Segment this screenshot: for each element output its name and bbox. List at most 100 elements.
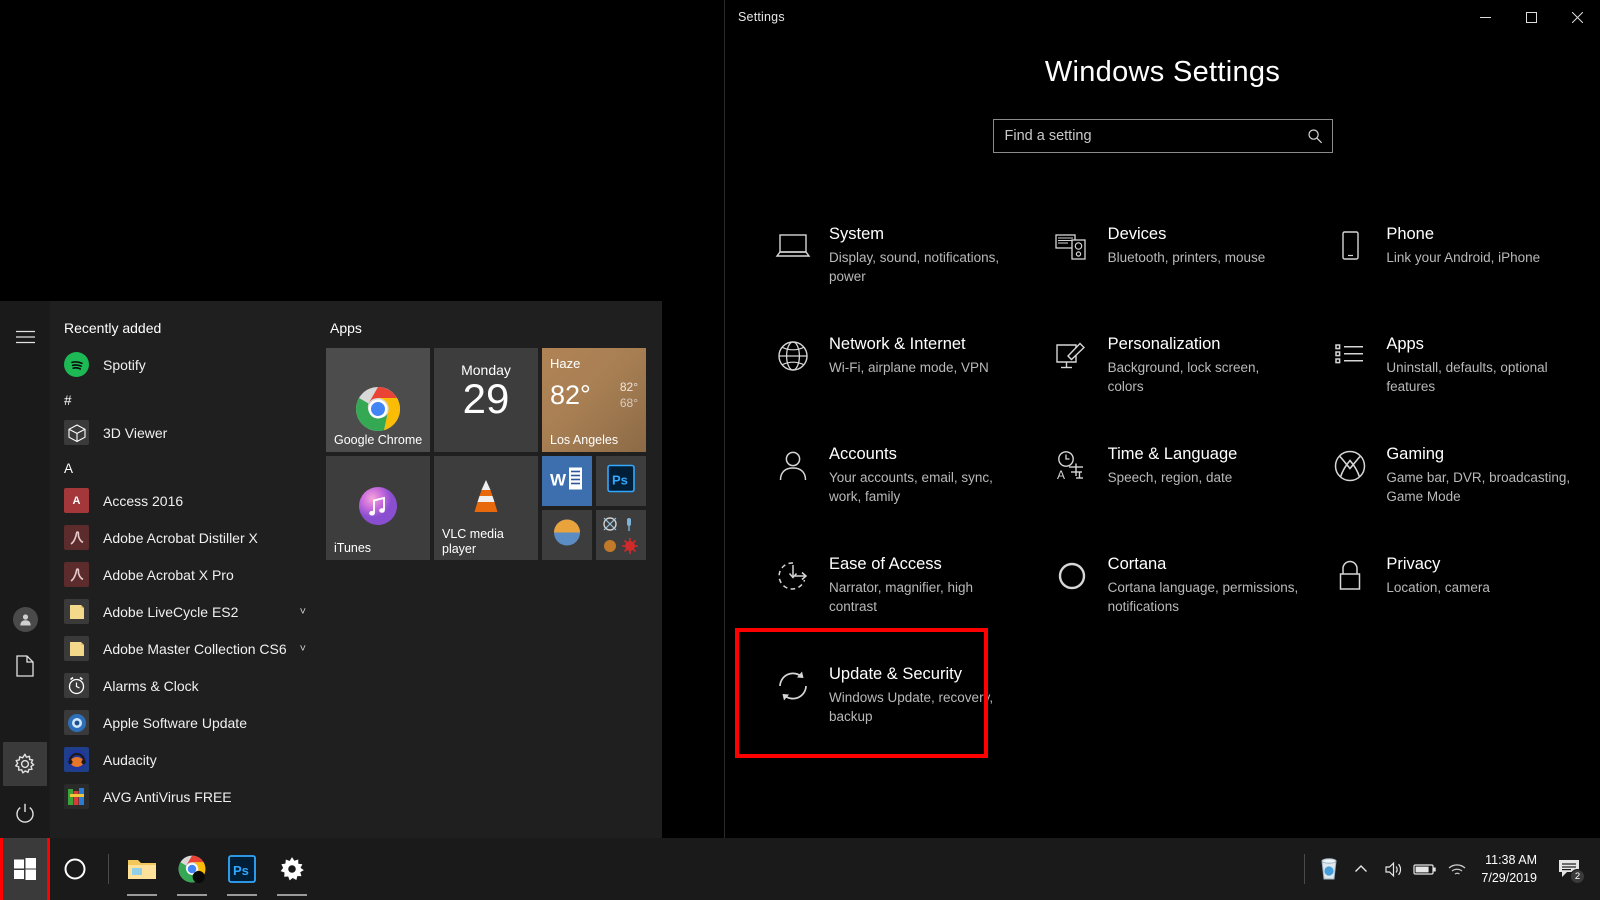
setting-item-system[interactable]: System Display, sound, notifications, po… bbox=[749, 206, 1028, 316]
setting-item-update-security[interactable]: Update & Security Windows Update, recove… bbox=[749, 646, 1028, 756]
sidebar-item-settings[interactable] bbox=[3, 742, 47, 786]
chevron-down-icon[interactable]: ˅ bbox=[300, 606, 316, 618]
cortana-circle-icon bbox=[64, 858, 86, 880]
list-item-label: Adobe Acrobat X Pro bbox=[103, 566, 234, 583]
close-button[interactable] bbox=[1554, 0, 1600, 34]
vlc-cone-icon bbox=[468, 478, 504, 521]
setting-item-phone[interactable]: Phone Link your Android, iPhone bbox=[1306, 206, 1585, 316]
taskbar-item-settings[interactable] bbox=[267, 838, 317, 900]
alpha-heading: # bbox=[64, 393, 72, 408]
tile-misc-apps[interactable] bbox=[596, 510, 646, 560]
setting-item-network[interactable]: Network & Internet Wi-Fi, airplane mode,… bbox=[749, 316, 1028, 426]
list-item[interactable]: Adobe Master Collection CS6 ˅ bbox=[50, 630, 322, 667]
list-item[interactable]: Spotify bbox=[50, 346, 322, 383]
tile-label: Google Chrome bbox=[334, 433, 423, 447]
list-item-label: Adobe Master Collection CS6 bbox=[103, 640, 286, 657]
recycle-bin-icon[interactable] bbox=[1313, 838, 1345, 900]
setting-item-time-language[interactable]: A Time & Language Speech, region, date bbox=[1028, 426, 1307, 536]
action-center-button[interactable]: 2 bbox=[1547, 838, 1591, 900]
running-indicator bbox=[127, 894, 157, 896]
list-item[interactable]: 3D Viewer bbox=[50, 414, 322, 451]
refresh-icon bbox=[773, 666, 813, 706]
calendar-date: 29 bbox=[462, 375, 510, 422]
lock-icon bbox=[1330, 556, 1370, 596]
photoshop-icon: Ps bbox=[228, 855, 256, 883]
settings-window: Settings Windows Settings Find a setting… bbox=[724, 0, 1600, 838]
list-item[interactable]: A Access 2016 bbox=[50, 482, 322, 519]
setting-title: Ease of Access bbox=[829, 555, 942, 573]
setting-item-ease-of-access[interactable]: Ease of Access Narrator, magnifier, high… bbox=[749, 536, 1028, 646]
tile-paint[interactable] bbox=[542, 510, 592, 560]
taskbar-item-photoshop[interactable]: Ps bbox=[217, 838, 267, 900]
setting-text: Network & Internet Wi-Fi, airplane mode,… bbox=[829, 330, 989, 377]
list-item[interactable]: Adobe Acrobat X Pro bbox=[50, 556, 322, 593]
setting-item-cortana[interactable]: Cortana Cortana language, permissions, n… bbox=[1028, 536, 1307, 646]
setting-item-privacy[interactable]: Privacy Location, camera bbox=[1306, 536, 1585, 646]
tile-itunes[interactable]: iTunes bbox=[326, 456, 430, 560]
setting-subtitle: Speech, region, date bbox=[1107, 469, 1233, 485]
list-item[interactable]: Apple Software Update bbox=[50, 704, 322, 741]
setting-title: Accounts bbox=[829, 445, 897, 463]
list-item-label: AVG AntiVirus FREE bbox=[103, 788, 232, 805]
tile-vlc[interactable]: VLC media player bbox=[434, 456, 538, 560]
setting-text: Personalization Background, lock screen,… bbox=[1108, 330, 1299, 397]
setting-title: Update & Security bbox=[829, 665, 962, 683]
taskbar-item-file-explorer[interactable] bbox=[117, 838, 167, 900]
wifi-icon[interactable] bbox=[1441, 838, 1473, 900]
chevron-up-icon[interactable] bbox=[1345, 838, 1377, 900]
start-menu: Settings Recently added Spotify # 3D Vie… bbox=[0, 301, 662, 838]
setting-text: Accounts Your accounts, email, sync, wor… bbox=[829, 440, 1020, 507]
person-icon bbox=[773, 446, 813, 486]
setting-subtitle: Your accounts, email, sync, work, family bbox=[829, 469, 993, 505]
battery-icon[interactable] bbox=[1409, 838, 1441, 900]
maximize-button[interactable] bbox=[1508, 0, 1554, 34]
cortana-ring-icon bbox=[1052, 556, 1092, 596]
document-icon[interactable] bbox=[3, 644, 47, 688]
tile-calendar[interactable]: Monday 29 bbox=[434, 348, 538, 452]
tile-google-chrome[interactable]: Google Chrome bbox=[326, 348, 430, 452]
setting-item-personalization[interactable]: Personalization Background, lock screen,… bbox=[1028, 316, 1307, 426]
system-tray: 11:38 AM 7/29/2019 2 bbox=[1296, 838, 1600, 900]
setting-item-gaming[interactable]: Gaming Game bar, DVR, broadcasting, Game… bbox=[1306, 426, 1585, 536]
setting-item-apps[interactable]: Apps Uninstall, defaults, optional featu… bbox=[1306, 316, 1585, 426]
list-item[interactable]: Adobe Acrobat Distiller X bbox=[50, 519, 322, 556]
alarm-clock-icon bbox=[64, 673, 89, 698]
phone-icon bbox=[1330, 226, 1370, 266]
tile-weather[interactable]: Haze 82° 82° 68° Los Angeles bbox=[542, 348, 646, 452]
clock[interactable]: 11:38 AM 7/29/2019 bbox=[1473, 838, 1547, 900]
tile-grid: Google Chrome Monday 29 Haze 82° 82° 68°… bbox=[326, 348, 646, 578]
chrome-icon bbox=[355, 386, 401, 437]
setting-item-accounts[interactable]: Accounts Your accounts, email, sync, wor… bbox=[749, 426, 1028, 536]
power-icon[interactable] bbox=[3, 791, 47, 835]
taskbar-item-chrome[interactable] bbox=[167, 838, 217, 900]
speaker-icon[interactable] bbox=[1377, 838, 1409, 900]
clock-time: 11:38 AM bbox=[1485, 852, 1537, 867]
tile-photoshop[interactable]: Ps bbox=[596, 456, 646, 506]
svg-text:Ps: Ps bbox=[233, 863, 249, 878]
cortana-button[interactable] bbox=[50, 838, 100, 900]
svg-text:Ps: Ps bbox=[612, 473, 628, 488]
setting-subtitle: Wi-Fi, airplane mode, VPN bbox=[829, 359, 989, 375]
minimize-button[interactable] bbox=[1462, 0, 1508, 34]
setting-text: Ease of Access Narrator, magnifier, high… bbox=[829, 550, 1020, 617]
hamburger-icon[interactable] bbox=[3, 315, 47, 359]
setting-subtitle: Display, sound, notifications, power bbox=[829, 249, 1000, 285]
window-title: Settings bbox=[738, 10, 785, 24]
chevron-down-icon[interactable]: ˅ bbox=[300, 643, 316, 655]
show-desktop-button[interactable] bbox=[1591, 838, 1596, 900]
start-app-list[interactable]: Recently added Spotify # 3D Viewer A A A… bbox=[50, 301, 322, 838]
list-item[interactable]: AVG AntiVirus FREE bbox=[50, 778, 322, 815]
tile-word[interactable]: W bbox=[542, 456, 592, 506]
search-input[interactable] bbox=[993, 120, 1332, 152]
list-item[interactable]: Alarms & Clock bbox=[50, 667, 322, 704]
setting-title: Network & Internet bbox=[829, 335, 966, 353]
list-item[interactable]: Adobe LiveCycle ES2 ˅ bbox=[50, 593, 322, 630]
setting-item-devices[interactable]: Devices Bluetooth, printers, mouse bbox=[1028, 206, 1307, 316]
search-box[interactable] bbox=[992, 119, 1333, 153]
list-item[interactable]: Audacity bbox=[50, 741, 322, 778]
paint-icon bbox=[552, 518, 582, 553]
page-title: Windows Settings bbox=[1044, 56, 1281, 88]
start-button[interactable] bbox=[0, 838, 50, 900]
weather-low: 68° bbox=[619, 396, 638, 410]
user-avatar-icon[interactable] bbox=[3, 597, 47, 641]
